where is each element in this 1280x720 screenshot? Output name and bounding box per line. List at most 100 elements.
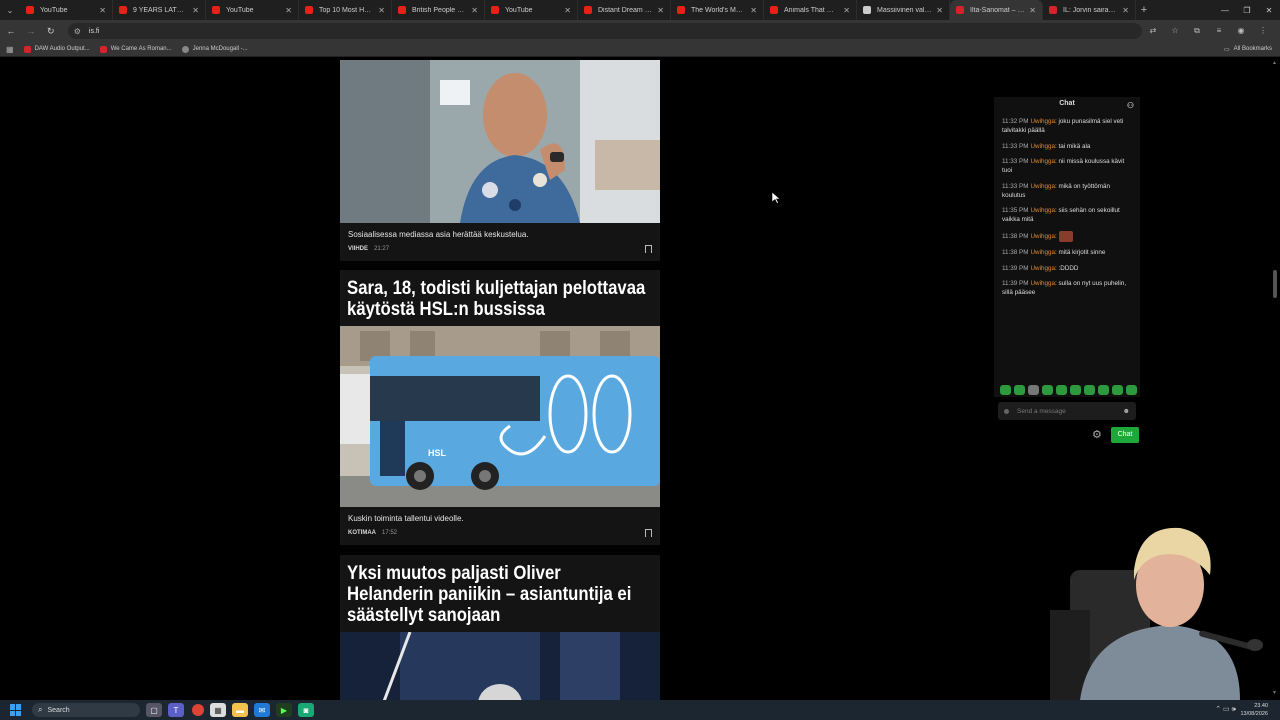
bookmark-star-icon[interactable]: ☆ <box>1164 26 1186 36</box>
users-icon[interactable]: ⚇ <box>1127 99 1134 113</box>
close-tab-icon[interactable]: ✕ <box>1122 6 1129 15</box>
emote-icon[interactable] <box>1112 385 1123 395</box>
teams-icon[interactable]: T <box>168 703 184 717</box>
chat-settings-gear-icon[interactable]: ⚙ <box>1092 428 1102 441</box>
browser-tab[interactable]: Massiivinen valikoima ✕ <box>857 0 950 20</box>
emoji-icon[interactable]: ☻ <box>1123 408 1130 415</box>
chat-username[interactable]: Uwihgga <box>1031 249 1056 256</box>
profile-icon[interactable]: ◉ <box>1230 26 1252 36</box>
task-view-icon[interactable]: ▢ <box>146 703 162 717</box>
taskbar-search[interactable]: ⌕ Search <box>32 703 140 717</box>
system-tray[interactable]: ⌃ ▭ 🕪 <box>1215 705 1236 714</box>
news-article[interactable]: Sosiaalisessa mediassa asia herättää kes… <box>340 60 660 261</box>
article-headline[interactable]: Sara, 18, todisti kuljettajan pelottavaa… <box>340 270 657 326</box>
article-image[interactable] <box>340 632 660 700</box>
browser-tab[interactable]: YouTube ✕ <box>485 0 578 20</box>
bookmark-item[interactable]: DAW Audio Output... <box>23 45 90 53</box>
close-tab-icon[interactable]: ✕ <box>564 6 571 15</box>
browser-tab[interactable]: The World's Most EXP ✕ <box>671 0 764 20</box>
article-caption[interactable]: Sosiaalisessa mediassa asia herättää kes… <box>340 223 660 245</box>
scroll-down-icon[interactable]: ▼ <box>1272 690 1277 696</box>
browser-tab[interactable]: British People Go Abr ✕ <box>392 0 485 20</box>
close-window-button[interactable]: ✕ <box>1258 0 1280 20</box>
article-headline[interactable]: Yksi muutos paljasti Oliver Helanderin p… <box>340 555 657 632</box>
bookmark-item[interactable]: Jenna McDougall -... <box>181 45 248 53</box>
apps-icon[interactable]: ▦ <box>6 45 14 54</box>
article-category[interactable]: VIIHDE <box>348 246 368 252</box>
media-app-icon[interactable]: ▶ <box>276 703 292 717</box>
article-category[interactable]: KOTIMAA <box>348 530 376 536</box>
store-icon[interactable]: ▦ <box>210 703 226 717</box>
news-article[interactable]: Yksi muutos paljasti Oliver Helanderin p… <box>340 555 660 700</box>
chat-username[interactable]: Uwihgga <box>1031 118 1056 125</box>
emote-icon[interactable] <box>1014 385 1025 395</box>
news-article[interactable]: Sara, 18, todisti kuljettajan pelottavaa… <box>340 270 660 545</box>
browser-tab[interactable]: Distant Dream - It All ✕ <box>578 0 671 20</box>
chat-username[interactable]: Uwihgga <box>1031 233 1056 240</box>
emote-icon[interactable] <box>1126 385 1137 395</box>
chat-username[interactable]: Uwihgga <box>1031 280 1056 287</box>
emote-icon[interactable] <box>1000 385 1011 395</box>
media-icon[interactable]: ≡ <box>1208 26 1230 36</box>
chat-username[interactable]: Uwihgga <box>1031 143 1056 150</box>
chat-username[interactable]: Uwihgga <box>1031 207 1056 214</box>
bookmark-item[interactable]: We Came As Roman... <box>99 45 172 53</box>
chat-send-button[interactable]: Chat <box>1111 427 1139 443</box>
article-caption[interactable]: Kuskin toiminta tallentui videolle. <box>340 507 660 529</box>
obs-icon[interactable]: ◙ <box>298 703 314 717</box>
scrollbar-thumb[interactable] <box>1273 270 1277 298</box>
new-tab-button[interactable]: + <box>1136 4 1152 16</box>
close-tab-icon[interactable]: ✕ <box>1029 6 1036 15</box>
save-article-icon[interactable] <box>645 245 652 253</box>
back-button[interactable]: ← <box>2 22 20 40</box>
extensions-icon[interactable]: ⧉ <box>1186 26 1208 36</box>
browser-tab[interactable]: 9 YEARS LATER. COX✕ <box>113 0 206 20</box>
browser-tab[interactable]: YouTube ✕ <box>206 0 299 20</box>
article-image[interactable]: HSL <box>340 326 660 507</box>
scroll-up-icon[interactable]: ▲ <box>1272 60 1277 66</box>
reload-button[interactable]: ↻ <box>42 22 60 40</box>
browser-tab[interactable]: Top 10 Most Hated M ✕ <box>299 0 392 20</box>
emote-icon[interactable] <box>1084 385 1095 395</box>
emote-icon[interactable] <box>1070 385 1081 395</box>
close-tab-icon[interactable]: ✕ <box>285 6 292 15</box>
browser-tab[interactable]: Animals That Make N ✕ <box>764 0 857 20</box>
chat-username[interactable]: Uwihgga <box>1031 183 1056 190</box>
minimize-button[interactable]: — <box>1214 0 1236 20</box>
close-tab-icon[interactable]: ✕ <box>378 6 385 15</box>
close-tab-icon[interactable]: ✕ <box>843 6 850 15</box>
chat-username[interactable]: Uwihgga <box>1031 158 1056 165</box>
menu-icon[interactable]: ⋮ <box>1252 26 1274 36</box>
tab-search-button[interactable]: ⌄ <box>0 0 20 20</box>
maximize-button[interactable]: ❐ <box>1236 0 1258 20</box>
start-button-windows-icon[interactable] <box>10 704 22 716</box>
address-bar[interactable]: ⚙ is.fi <box>67 23 1142 39</box>
close-tab-icon[interactable]: ✕ <box>657 6 664 15</box>
chat-message-input[interactable]: Send a message ☻ <box>998 402 1136 420</box>
translate-icon[interactable]: ⇄ <box>1142 26 1164 36</box>
close-tab-icon[interactable]: ✕ <box>192 6 199 15</box>
emote-icon[interactable] <box>1042 385 1053 395</box>
browser-tab[interactable]: YouTube ✕ <box>20 0 113 20</box>
emote-icon[interactable] <box>1098 385 1109 395</box>
close-tab-icon[interactable]: ✕ <box>936 6 943 15</box>
mail-icon[interactable]: ✉ <box>254 703 270 717</box>
all-bookmarks-button[interactable]: ▭ All Bookmarks <box>1224 46 1272 53</box>
taskbar-clock[interactable]: 23.40 13/08/2026 <box>1240 702 1268 718</box>
chrome-icon[interactable] <box>192 704 204 716</box>
emote-icon[interactable] <box>1028 385 1039 395</box>
browser-tab[interactable]: Ilta-Sanomat – IS – Suo ✕ <box>950 0 1043 20</box>
chat-username[interactable]: Uwihgga <box>1031 265 1056 272</box>
forward-button[interactable]: → <box>22 22 40 40</box>
close-tab-icon[interactable]: ✕ <box>99 6 106 15</box>
site-info-icon[interactable]: ⚙ <box>74 27 81 36</box>
tab-title: The World's Most EXP <box>691 6 746 14</box>
browser-tab[interactable]: IL: Jorvin sairaalassa m ✕ <box>1043 0 1136 20</box>
save-article-icon[interactable] <box>645 529 652 537</box>
article-image[interactable] <box>340 60 660 223</box>
page-scrollbar[interactable]: ▲ ▼ <box>1272 58 1278 698</box>
file-explorer-icon[interactable]: ▬ <box>232 703 248 717</box>
close-tab-icon[interactable]: ✕ <box>471 6 478 15</box>
close-tab-icon[interactable]: ✕ <box>750 6 757 15</box>
emote-icon[interactable] <box>1056 385 1067 395</box>
